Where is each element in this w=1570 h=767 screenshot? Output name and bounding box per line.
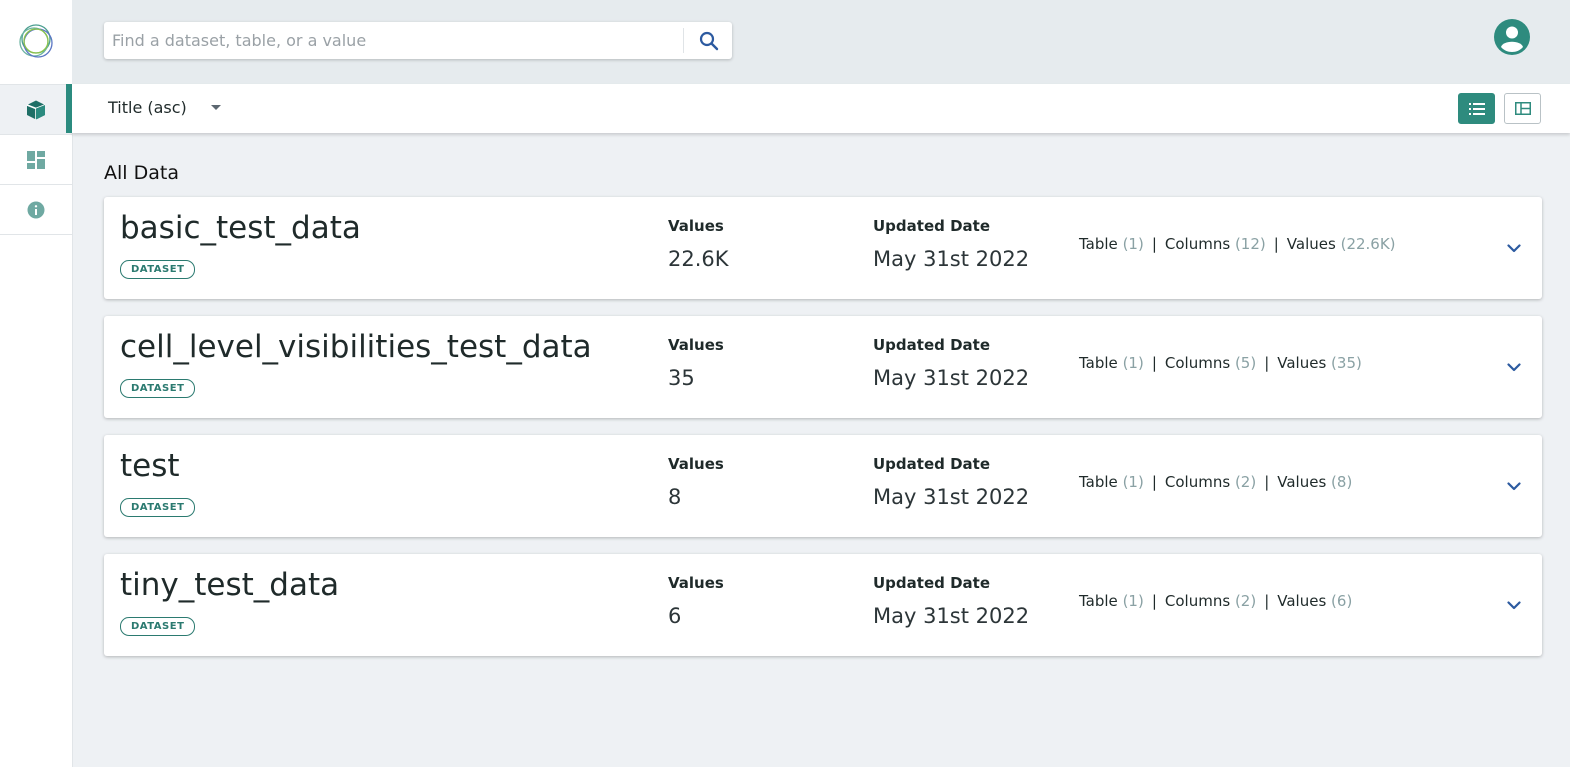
columns-count: (12)	[1234, 235, 1266, 253]
summary-separator: |	[1151, 473, 1157, 491]
summary-separator: |	[1151, 592, 1157, 610]
columns-count: (5)	[1234, 354, 1257, 372]
columns-label: Columns	[1164, 354, 1231, 372]
cube-icon	[26, 100, 46, 119]
table-label: Table	[1079, 592, 1118, 610]
values-summary-count: (35)	[1331, 354, 1362, 372]
chevron-down-icon	[1507, 362, 1521, 371]
summary-separator: |	[1264, 592, 1270, 610]
values-summary-count: (6)	[1331, 592, 1353, 610]
updated-date-label: Updated Date	[873, 217, 990, 235]
values-summary-label: Values	[1277, 473, 1327, 491]
sidebar	[0, 0, 73, 767]
grid-view-button[interactable]	[1504, 93, 1541, 124]
table-label: Table	[1079, 473, 1118, 491]
search-button[interactable]	[696, 28, 722, 54]
values-summary-count: (8)	[1331, 473, 1353, 491]
search-input[interactable]	[104, 22, 672, 59]
values-count: 6	[668, 604, 682, 628]
sidebar-divider	[0, 234, 72, 235]
values-count: 8	[668, 485, 682, 509]
sidebar-item-data[interactable]	[0, 85, 72, 134]
table-label: Table	[1079, 354, 1118, 372]
values-label: Values	[668, 336, 724, 354]
dataset-summary: Table (1) | Columns (2) | Values (6)	[1079, 592, 1352, 610]
dashboard-icon	[27, 150, 45, 169]
updated-date: May 31st 2022	[873, 247, 1030, 271]
dataset-summary: Table (1) | Columns (5) | Values (35)	[1079, 354, 1362, 372]
sidebar-item-info[interactable]	[0, 185, 72, 234]
values-summary-label: Values	[1277, 354, 1327, 372]
updated-date-label: Updated Date	[873, 455, 990, 473]
dataset-summary: Table (1) | Columns (2) | Values (8)	[1079, 473, 1352, 491]
summary-separator: |	[1264, 473, 1270, 491]
list-view-button[interactable]	[1458, 93, 1495, 124]
dataset-card[interactable]: basic_test_data DATASET Values 22.6K Upd…	[104, 197, 1542, 299]
user-avatar-icon[interactable]	[1494, 19, 1530, 55]
section-title: All Data	[104, 162, 179, 184]
dataset-badge: DATASET	[120, 498, 196, 517]
search-icon	[699, 31, 719, 51]
logo-rings-icon[interactable]	[17, 22, 55, 60]
table-label: Table	[1079, 235, 1118, 253]
expand-button[interactable]	[1504, 354, 1524, 380]
summary-separator: |	[1151, 354, 1157, 372]
table-count: (1)	[1122, 354, 1144, 372]
search-box	[104, 22, 732, 59]
sort-label: Title (asc)	[108, 98, 187, 117]
values-summary-label: Values	[1286, 235, 1336, 253]
updated-date-label: Updated Date	[873, 574, 990, 592]
expand-button[interactable]	[1504, 592, 1524, 618]
active-nav-indicator	[66, 84, 72, 133]
dataset-summary: Table (1) | Columns (12) | Values (22.6K)	[1079, 235, 1396, 253]
chevron-down-icon	[1507, 481, 1521, 490]
columns-count: (2)	[1234, 473, 1257, 491]
dataset-badge: DATASET	[120, 260, 196, 279]
sidebar-item-dashboard[interactable]	[0, 135, 72, 184]
dataset-title[interactable]: cell_level_visibilities_test_data	[120, 329, 592, 365]
expand-button[interactable]	[1504, 235, 1524, 261]
grid-view-icon	[1514, 102, 1531, 115]
chevron-down-icon	[1507, 600, 1521, 609]
dataset-title[interactable]: tiny_test_data	[120, 567, 339, 603]
columns-count: (2)	[1234, 592, 1257, 610]
toolbar: Title (asc)	[72, 84, 1570, 133]
dataset-badge: DATASET	[120, 379, 196, 398]
updated-date: May 31st 2022	[873, 366, 1030, 390]
values-summary-count: (22.6K)	[1340, 235, 1396, 253]
updated-date: May 31st 2022	[873, 485, 1030, 509]
table-count: (1)	[1122, 235, 1144, 253]
summary-separator: |	[1273, 235, 1279, 253]
columns-label: Columns	[1164, 235, 1231, 253]
summary-separator: |	[1151, 235, 1157, 253]
values-label: Values	[668, 455, 724, 473]
values-label: Values	[668, 217, 724, 235]
info-icon	[27, 201, 45, 218]
dataset-badge: DATASET	[120, 617, 196, 636]
values-count: 35	[668, 366, 695, 390]
values-count: 22.6K	[668, 247, 729, 271]
top-bar	[72, 0, 1570, 84]
table-count: (1)	[1122, 592, 1144, 610]
caret-down-icon	[210, 105, 221, 110]
dataset-card[interactable]: test DATASET Values 8 Updated Date May 3…	[104, 435, 1542, 537]
dataset-title[interactable]: basic_test_data	[120, 210, 361, 246]
dataset-card[interactable]: cell_level_visibilities_test_data DATASE…	[104, 316, 1542, 418]
updated-date: May 31st 2022	[873, 604, 1030, 628]
list-view-icon	[1468, 102, 1485, 115]
expand-button[interactable]	[1504, 473, 1524, 499]
values-label: Values	[668, 574, 724, 592]
dataset-card[interactable]: tiny_test_data DATASET Values 6 Updated …	[104, 554, 1542, 656]
table-count: (1)	[1122, 473, 1144, 491]
chevron-down-icon	[1507, 243, 1521, 252]
columns-label: Columns	[1164, 473, 1231, 491]
search-divider	[683, 28, 684, 53]
updated-date-label: Updated Date	[873, 336, 990, 354]
summary-separator: |	[1264, 354, 1270, 372]
values-summary-label: Values	[1277, 592, 1327, 610]
dataset-title[interactable]: test	[120, 448, 180, 484]
columns-label: Columns	[1164, 592, 1231, 610]
sort-dropdown[interactable]: Title (asc)	[108, 98, 221, 117]
